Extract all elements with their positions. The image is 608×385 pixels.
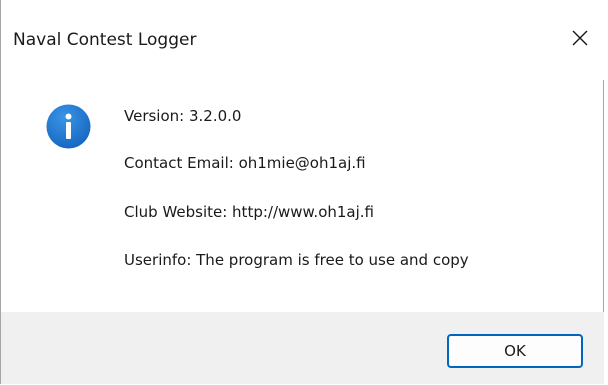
version-text: Version: 3.2.0.0 (124, 107, 242, 125)
userinfo-text: Userinfo: The program is free to use and… (124, 251, 469, 269)
title-bar: Naval Contest Logger (1, 0, 604, 80)
contact-email-text: Contact Email: oh1mie@oh1aj.fi (124, 154, 366, 172)
club-website-text: Club Website: http://www.oh1aj.fi (124, 203, 375, 221)
close-icon (572, 30, 588, 46)
window-title: Naval Contest Logger (13, 30, 197, 50)
close-button[interactable] (557, 18, 603, 58)
about-dialog: Naval Contest Logger Version: 3.2.0.0 Co… (0, 0, 604, 384)
info-icon (46, 104, 91, 149)
ok-button[interactable]: OK (447, 334, 583, 368)
button-bar: OK (1, 312, 604, 384)
ok-button-label: OK (504, 342, 526, 360)
